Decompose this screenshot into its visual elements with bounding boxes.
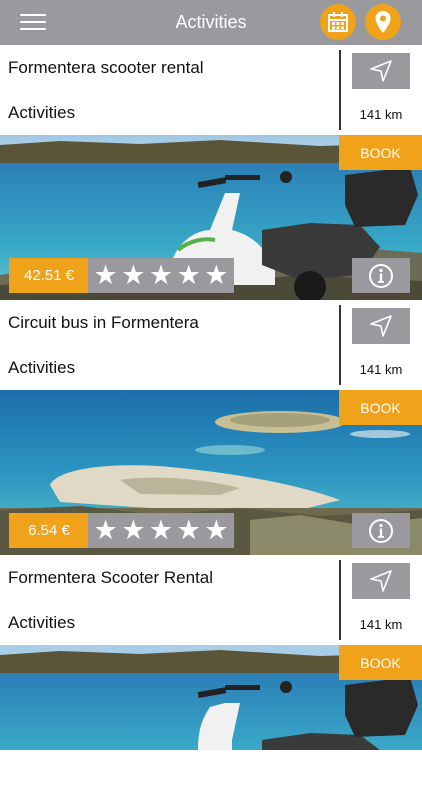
listing-category: Activities <box>8 103 76 122</box>
star-icon: ★ <box>176 260 201 290</box>
navigate-button[interactable] <box>352 53 410 89</box>
star-icon: ★ <box>148 515 174 545</box>
location-button[interactable] <box>365 4 401 40</box>
star-icon: ★ <box>204 260 229 290</box>
book-button[interactable]: BOOK <box>339 645 422 680</box>
navigate-button[interactable] <box>352 308 410 344</box>
listing-card[interactable]: Formentera scooter rental Activities 141… <box>0 45 422 300</box>
beach-island-photo[interactable]: BOOK 6.54 € ★ ★ ★ ★ ★ <box>0 390 422 555</box>
price-badge: 42.51 € <box>9 258 89 293</box>
listing-category: Activities <box>8 613 76 632</box>
star-icon: ★ <box>93 515 118 545</box>
price-badge: 6.54 € <box>9 513 89 548</box>
listing-info: Formentera Scooter Rental Activities 141… <box>0 555 422 645</box>
listing-card[interactable]: Circuit bus in Formentera Activities 141… <box>0 300 422 555</box>
divider <box>339 305 341 385</box>
listing-title[interactable]: Circuit bus in Formentera <box>8 313 199 333</box>
listing-category: Activities <box>8 358 76 377</box>
star-icon: ★ <box>121 515 146 545</box>
book-button[interactable]: BOOK <box>339 390 422 425</box>
navigation-arrow-icon <box>370 570 392 592</box>
star-icon: ★ <box>121 260 146 290</box>
distance-label: 141 km <box>359 617 403 632</box>
distance-label: 141 km <box>359 107 403 122</box>
star-rating: ★ ★ ★ ★ ★ <box>88 258 234 293</box>
map-pin-icon <box>375 11 391 33</box>
navigation-arrow-icon <box>370 60 392 82</box>
app-header: Activities <box>0 0 422 45</box>
distance-label: 141 km <box>359 362 403 377</box>
page-title: Activities <box>175 12 247 32</box>
star-icon: ★ <box>93 260 118 290</box>
listing-info: Formentera scooter rental Activities 141… <box>0 45 422 135</box>
scooter-coast-photo[interactable]: BOOK 42.51 € ★ ★ ★ ★ ★ <box>0 135 422 300</box>
star-icon: ★ <box>204 515 229 545</box>
calendar-icon <box>328 12 348 32</box>
scooter-coast-photo[interactable]: BOOK <box>0 645 422 750</box>
star-icon: ★ <box>176 515 201 545</box>
info-icon <box>369 518 393 543</box>
listing-title[interactable]: Formentera Scooter Rental <box>8 568 213 588</box>
info-icon <box>369 263 393 288</box>
info-button[interactable] <box>352 258 410 293</box>
calendar-button[interactable] <box>320 4 356 40</box>
star-rating: ★ ★ ★ ★ ★ <box>88 513 234 548</box>
navigation-arrow-icon <box>370 315 392 337</box>
divider <box>339 560 341 640</box>
info-button[interactable] <box>352 513 410 548</box>
listing-card[interactable]: Formentera Scooter Rental Activities 141… <box>0 555 422 810</box>
listing-title[interactable]: Formentera scooter rental <box>8 58 204 78</box>
divider <box>339 50 341 130</box>
book-button[interactable]: BOOK <box>339 135 422 170</box>
listing-info: Circuit bus in Formentera Activities 141… <box>0 300 422 390</box>
navigate-button[interactable] <box>352 563 410 599</box>
star-icon: ★ <box>148 260 174 290</box>
